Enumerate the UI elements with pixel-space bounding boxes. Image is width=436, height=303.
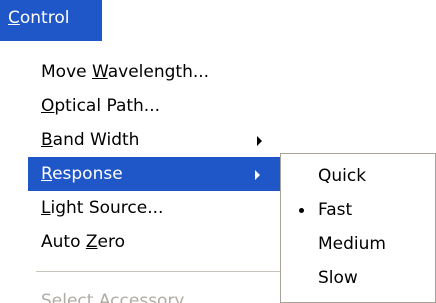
control-label: ontrol	[19, 8, 70, 28]
control-mnemonic: C	[8, 8, 20, 28]
menu-item-label-pre: Move	[41, 62, 92, 82]
submenu-item-fast[interactable]: Fast	[281, 193, 435, 227]
menu-item-mnemonic: Z	[85, 232, 98, 252]
submenu-item-quick[interactable]: Quick	[281, 159, 435, 193]
menu-item-select-accessory: Select Accessory...	[30, 284, 292, 303]
menu-item-light-source[interactable]: Light Source...	[30, 191, 292, 225]
menu-item-auto-zero[interactable]: Auto Zero	[30, 225, 292, 259]
menubar-control[interactable]: Control	[0, 0, 102, 41]
submenu-item-label: Quick	[318, 166, 367, 186]
response-submenu: Quick Fast Medium Slow	[280, 153, 436, 303]
submenu-item-label: Slow	[318, 268, 358, 288]
menu-item-response[interactable]: Response	[28, 157, 292, 191]
submenu-item-label: Fast	[318, 200, 353, 220]
control-dropdown-menu: Move Wavelength... Optical Path... Band …	[28, 55, 292, 303]
submenu-item-label: Medium	[318, 234, 386, 254]
menu-item-label-post: esponse	[52, 164, 123, 184]
submenu-item-medium[interactable]: Medium	[281, 227, 435, 261]
radio-bullet-icon	[299, 208, 304, 213]
menu-item-mnemonic: R	[41, 164, 53, 184]
screen: Control Move Wavelength... Optical Path.…	[0, 0, 436, 303]
submenu-arrow-icon	[255, 170, 260, 180]
submenu-item-slow[interactable]: Slow	[281, 261, 435, 295]
menu-item-label: Select Accessory...	[41, 291, 199, 303]
submenu-arrow-icon	[257, 136, 262, 146]
menu-item-label-post: and Width	[52, 130, 140, 150]
menu-item-band-width[interactable]: Band Width	[30, 123, 292, 157]
menu-item-label-post: ero	[97, 232, 126, 252]
menu-item-label-post: ight Source...	[50, 198, 164, 218]
menu-item-label-post: ptical Path...	[54, 96, 161, 116]
menu-item-optical-path[interactable]: Optical Path...	[30, 89, 292, 123]
menu-item-label-post: avelength...	[107, 62, 210, 82]
menu-item-mnemonic: B	[41, 130, 53, 150]
menu-separator	[36, 271, 286, 272]
menu-item-move-wavelength[interactable]: Move Wavelength...	[30, 55, 292, 89]
menu-item-mnemonic: W	[92, 62, 108, 82]
menu-item-mnemonic: O	[41, 96, 55, 116]
menu-item-label-pre: Auto	[41, 232, 86, 252]
